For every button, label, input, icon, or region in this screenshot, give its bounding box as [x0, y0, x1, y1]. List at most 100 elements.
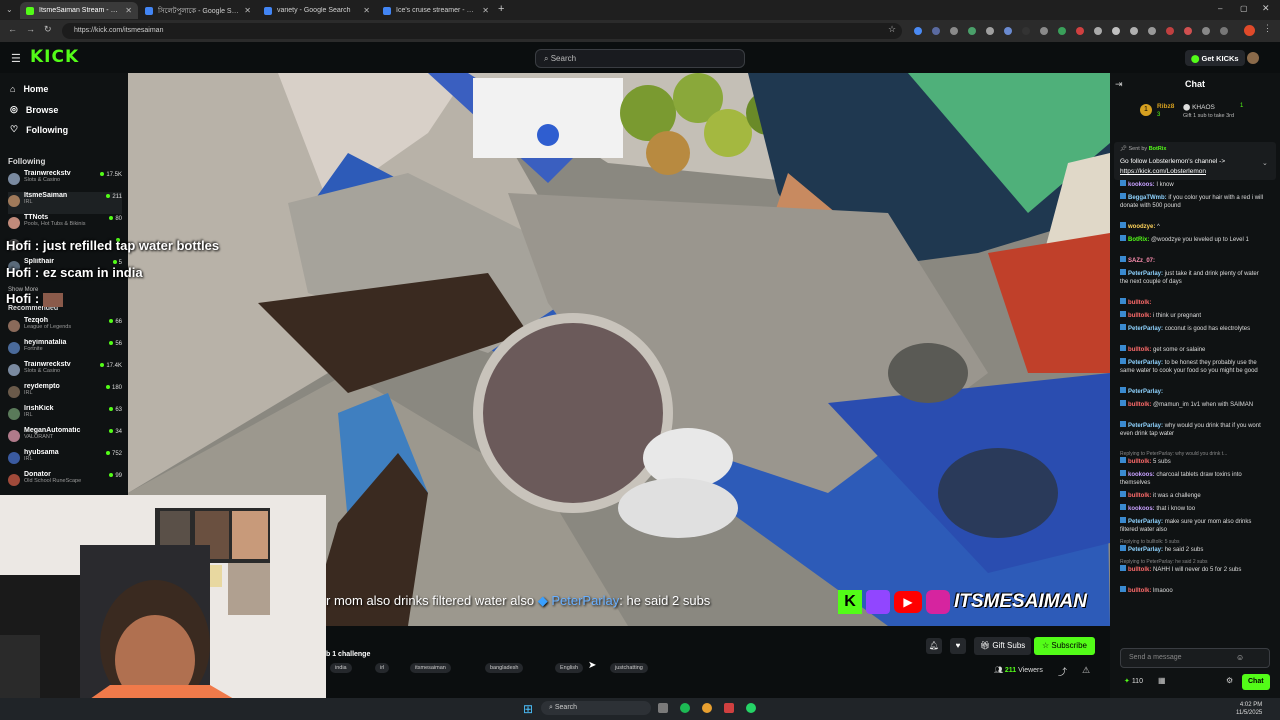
app-icon[interactable]: [724, 703, 734, 713]
taskbar-search[interactable]: ⌕ Search: [541, 701, 651, 715]
extension-icon[interactable]: [1166, 27, 1174, 35]
notification-bell-button[interactable]: 🔔︎: [926, 638, 942, 654]
settings-gear-icon[interactable]: ⚙: [1226, 676, 1233, 685]
chevron-down-icon[interactable]: ⌄: [1262, 159, 1268, 167]
close-window-icon[interactable]: ✕: [1262, 3, 1270, 14]
kick-logo[interactable]: KICK: [30, 47, 79, 67]
browser-menu-icon[interactable]: ⋮: [1263, 23, 1272, 34]
menu-icon[interactable]: ☰: [11, 52, 21, 65]
extension-icon[interactable]: [1184, 27, 1192, 35]
sidebar-channel[interactable]: ItsmeSaiman IRL 211: [8, 192, 122, 214]
sidebar-channel[interactable]: TTNots Pools, Hot Tubs & Bikinis 80: [8, 214, 122, 236]
chat-username[interactable]: kookoos:: [1128, 472, 1155, 478]
chat-username[interactable]: BeggaTWmb:: [1128, 195, 1167, 201]
bookmark-star-icon[interactable]: ☆: [888, 24, 896, 35]
chat-username[interactable]: kookoos:: [1128, 182, 1155, 188]
chrome-icon[interactable]: [702, 703, 712, 713]
stream-tag[interactable]: bangladesh: [485, 663, 524, 673]
extension-icon[interactable]: [932, 27, 940, 35]
gift-subs-button[interactable]: 🎁︎ Gift Subs: [974, 637, 1032, 655]
task-view-icon[interactable]: [658, 703, 668, 713]
extension-icon[interactable]: [986, 27, 994, 35]
get-kicks-button[interactable]: ⬤ Get KICKs: [1185, 50, 1245, 66]
extension-icon[interactable]: [950, 27, 958, 35]
new-tab-button[interactable]: +: [498, 3, 504, 15]
chat-username[interactable]: PeterParlay:: [1128, 519, 1163, 525]
chat-username[interactable]: PeterParlay:: [1128, 326, 1163, 332]
stream-tag[interactable]: irl: [375, 663, 390, 673]
chat-username[interactable]: bulltolk:: [1128, 459, 1151, 465]
collapse-chat-icon[interactable]: ⇥: [1115, 79, 1123, 90]
share-icon[interactable]: ⤴: [1058, 665, 1067, 678]
close-tab-icon[interactable]: ✕: [482, 6, 489, 15]
extension-icon[interactable]: [968, 27, 976, 35]
sidebar-channel[interactable]: hyubsama IRL 752: [8, 449, 122, 471]
top-gifter-name[interactable]: Ribz8: [1157, 103, 1174, 110]
second-gifter-name[interactable]: ⬤ KHAOS: [1183, 103, 1215, 111]
send-chat-button[interactable]: Chat: [1242, 674, 1270, 690]
sidebar-channel[interactable]: MeganAutomatic VALORANT 34: [8, 427, 122, 449]
back-icon[interactable]: ←: [8, 24, 17, 34]
nav-home[interactable]: ⌂ Home: [10, 84, 48, 94]
extension-icon[interactable]: [1112, 27, 1120, 35]
search-input[interactable]: ⌕ Search: [535, 49, 745, 68]
sidebar-channel[interactable]: Trainwreckstv Slots & Casino 17.5K: [8, 170, 122, 192]
browser-tab[interactable]: সিলেটপুলাকে - Google Search ✕: [139, 2, 257, 19]
pinned-link[interactable]: https://kick.com/Lobsterlemon: [1120, 168, 1206, 175]
extension-icon[interactable]: [914, 27, 922, 35]
channel-points[interactable]: ✦ 110: [1124, 677, 1143, 685]
address-bar[interactable]: https://kick.com/itsmesaiman: [62, 23, 902, 39]
extension-icon[interactable]: [1094, 27, 1102, 35]
chat-username[interactable]: kookoos:: [1128, 506, 1155, 512]
minimize-icon[interactable]: –: [1218, 4, 1222, 13]
chat-username[interactable]: SAZz_07:: [1128, 258, 1155, 264]
chat-username[interactable]: bulltolk:: [1128, 347, 1151, 353]
chat-username[interactable]: woodzye:: [1128, 224, 1155, 230]
tab-search-icon[interactable]: ⌄: [6, 5, 13, 14]
extension-icon[interactable]: [1130, 27, 1138, 35]
browser-tab[interactable]: variety - Google Search ✕: [258, 2, 376, 19]
extension-icon[interactable]: [1022, 27, 1030, 35]
stream-tag[interactable]: justchatting: [610, 663, 648, 673]
downloads-icon[interactable]: [1220, 27, 1228, 35]
forward-icon[interactable]: →: [26, 24, 35, 34]
extension-icon[interactable]: [1058, 27, 1066, 35]
extension-icon[interactable]: [1076, 27, 1084, 35]
chat-username[interactable]: bulltolk:: [1128, 402, 1151, 408]
subscribe-button[interactable]: ☆ Subscribe: [1034, 637, 1095, 655]
spotify-icon[interactable]: [680, 703, 690, 713]
extension-icon[interactable]: [1040, 27, 1048, 35]
stream-tag[interactable]: india: [330, 663, 352, 673]
sidebar-channel[interactable]: heyimnatalia Fortnite 56: [8, 339, 122, 361]
chat-username[interactable]: PeterParlay:: [1128, 423, 1163, 429]
calendar-icon[interactable]: ▦: [1158, 676, 1166, 685]
sidebar-channel[interactable]: Trainwreckstv Slots & Casino 17.4K: [8, 361, 122, 383]
sidebar-channel[interactable]: Donator Old School RuneScape 99: [8, 471, 122, 493]
chat-username[interactable]: BotRix:: [1128, 237, 1149, 243]
chat-username[interactable]: PeterParlay:: [1128, 360, 1163, 366]
system-clock[interactable]: 4:02 PM 11/5/2025: [1236, 701, 1262, 717]
browser-tab[interactable]: ItsmeSaiman Stream - Wat ✕: [20, 2, 138, 19]
sidebar-channel[interactable]: Tezqoh League of Legends 66: [8, 317, 122, 339]
chat-input[interactable]: Send a message: [1120, 648, 1270, 668]
sidebar-channel[interactable]: reydempto IRL 180: [8, 383, 122, 405]
whatsapp-icon[interactable]: [746, 703, 756, 713]
chat-username[interactable]: bulltolk:: [1128, 300, 1151, 306]
close-tab-icon[interactable]: ✕: [363, 6, 370, 15]
chat-username[interactable]: bulltolk:: [1128, 493, 1151, 499]
chat-username[interactable]: bulltolk:: [1128, 588, 1151, 594]
extensions-puzzle-icon[interactable]: [1202, 27, 1210, 35]
emote-picker-icon[interactable]: ☺: [1236, 653, 1244, 662]
user-avatar[interactable]: [1247, 52, 1259, 64]
nav-browse[interactable]: ◎ Browse: [10, 104, 58, 115]
report-icon[interactable]: ⚠: [1082, 665, 1090, 676]
chat-username[interactable]: bulltolk:: [1128, 313, 1151, 319]
chat-username[interactable]: PeterParlay:: [1128, 389, 1163, 395]
nav-following[interactable]: ♡ Following: [10, 124, 68, 135]
chat-username[interactable]: PeterParlay:: [1128, 271, 1163, 277]
reload-icon[interactable]: ↻: [44, 24, 52, 35]
chat-username[interactable]: bulltolk:: [1128, 567, 1151, 573]
stream-tag[interactable]: English: [555, 663, 584, 673]
chat-username[interactable]: PeterParlay:: [1128, 547, 1163, 553]
stream-tag[interactable]: itsmesaiman: [410, 663, 451, 673]
